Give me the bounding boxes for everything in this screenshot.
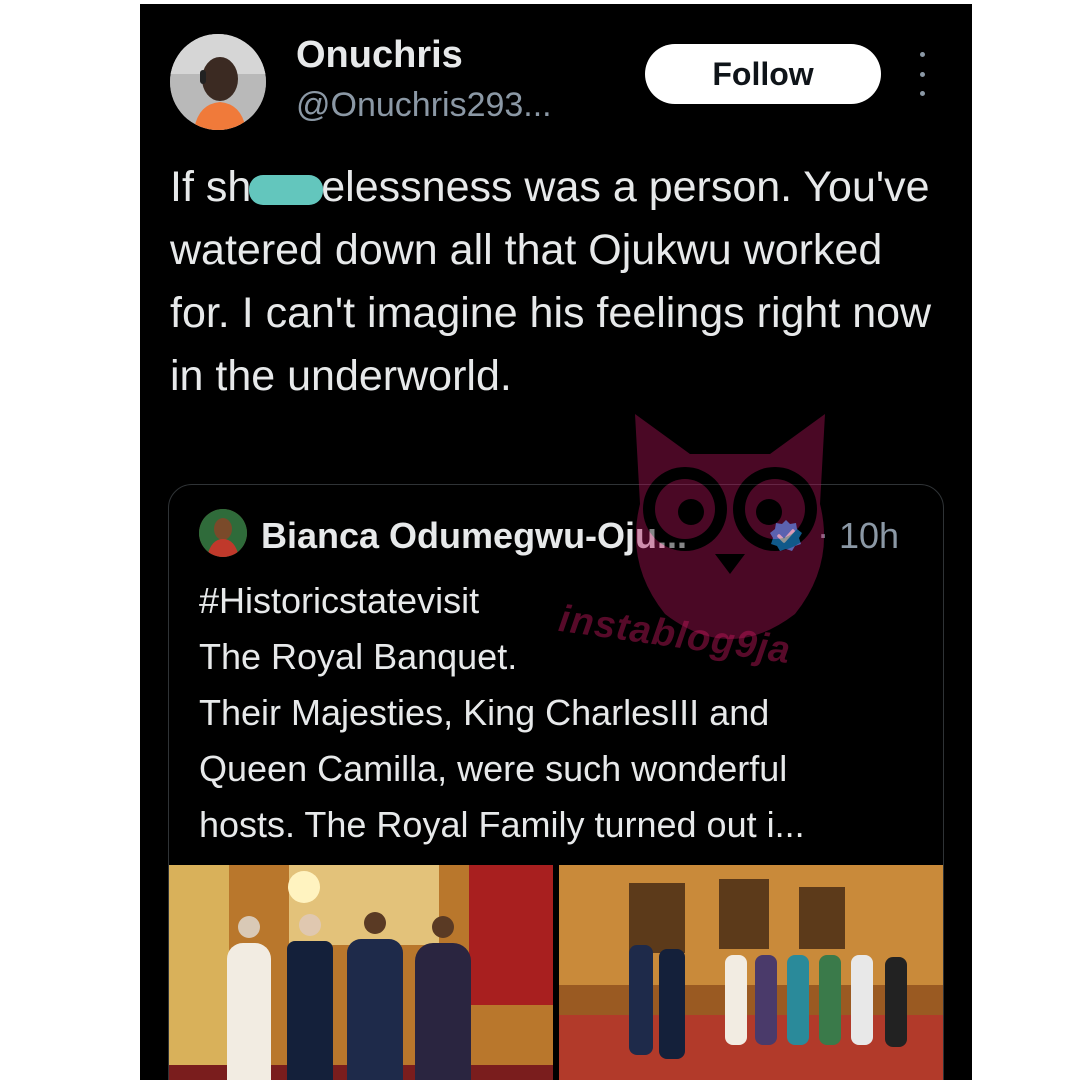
banquet-photo-2[interactable]: [559, 865, 943, 1080]
quoted-line: Their Majesties, King CharlesIII and: [199, 692, 770, 733]
quoted-author-avatar[interactable]: [199, 509, 247, 557]
avatar-photo: [170, 34, 266, 130]
censor-blur: [249, 174, 324, 205]
post-text-prefix: If sh: [170, 163, 252, 211]
quoted-media: [169, 865, 943, 1080]
quoted-timestamp[interactable]: 10h: [839, 515, 899, 557]
post-text: If sh elessness was a person. You've wate…: [170, 156, 950, 408]
post-card: Onuchris @Onuchris293... Follow If sh ele…: [140, 4, 972, 1080]
more-icon[interactable]: [912, 52, 932, 96]
quoted-avatar-photo: [199, 509, 247, 557]
author-avatar[interactable]: [170, 34, 266, 130]
quoted-author-name[interactable]: Bianca Odumegwu-Oju...: [261, 515, 687, 557]
post-text-suffix: elessness was a person.: [321, 163, 793, 211]
author-name[interactable]: Onuchris: [296, 34, 463, 77]
author-handle[interactable]: @Onuchris293...: [296, 86, 552, 125]
follow-button[interactable]: Follow: [645, 44, 881, 104]
banquet-photo-1[interactable]: [169, 865, 553, 1080]
verified-badge-icon: [770, 520, 802, 551]
quoted-separator: ·: [817, 513, 829, 554]
quoted-post[interactable]: Bianca Odumegwu-Oju... · 10h #Historicst…: [168, 484, 944, 1080]
quoted-line: Queen Camilla, were such wonderful: [199, 748, 788, 789]
quoted-line: hosts. The Royal Family turned out i...: [199, 804, 805, 845]
